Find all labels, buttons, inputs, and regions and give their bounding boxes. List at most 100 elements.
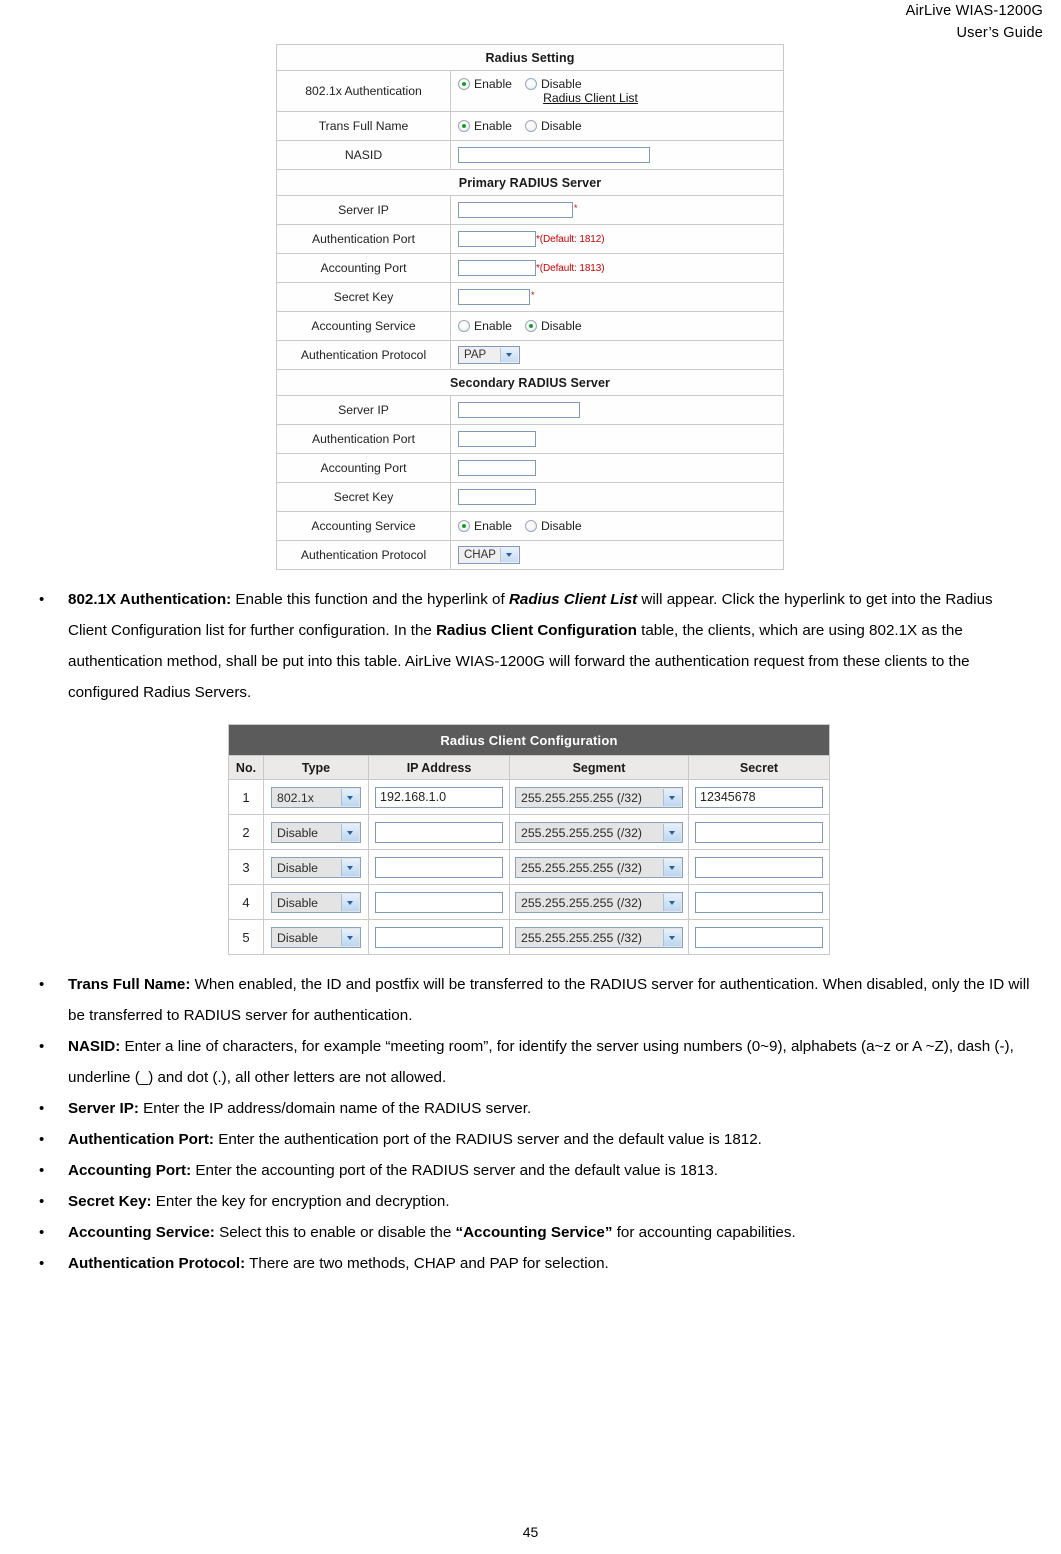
field-8021x-authentication: Enable Disable Radius Client List bbox=[450, 70, 784, 112]
segment-select[interactable]: 255.255.255.255 (/32) bbox=[515, 786, 683, 808]
type-value: Disable bbox=[277, 825, 319, 840]
cell-ip-address bbox=[368, 849, 510, 885]
radio-8021x-disable[interactable] bbox=[524, 78, 537, 90]
bullet-authentication-port: Authentication Port: Enter the authentic… bbox=[30, 1124, 1035, 1155]
segment-value: 255.255.255.255 (/32) bbox=[521, 860, 643, 875]
table-row: Trans Full Name Enable Disable bbox=[276, 111, 784, 141]
chevron-down-icon bbox=[341, 893, 359, 911]
chevron-down-icon bbox=[663, 928, 681, 946]
radio-trans-enable[interactable] bbox=[458, 120, 470, 132]
table-row: Secret Key * bbox=[276, 282, 784, 312]
radio-primary-acct-disable[interactable] bbox=[524, 320, 537, 332]
secret-input[interactable] bbox=[695, 821, 823, 843]
primary-server-ip-input[interactable] bbox=[458, 202, 573, 218]
secondary-radius-title: Secondary RADIUS Server bbox=[276, 369, 784, 396]
radius-client-config-screenshot: Radius Client Configuration No. Type IP … bbox=[228, 724, 830, 955]
type-value: 802.1x bbox=[277, 790, 314, 805]
type-select[interactable]: Disable bbox=[271, 891, 361, 913]
row-number: 5 bbox=[228, 919, 264, 955]
secondary-auth-protocol-select[interactable]: CHAP bbox=[458, 546, 520, 564]
segment-select[interactable]: 255.255.255.255 (/32) bbox=[515, 891, 683, 913]
cell-secret bbox=[688, 884, 830, 920]
cell-type: Disable bbox=[263, 919, 369, 955]
radio-secondary-acct-enable[interactable] bbox=[458, 520, 470, 532]
bullet-term: Authentication Protocol: bbox=[68, 1255, 246, 1272]
cell-secret bbox=[688, 919, 830, 955]
type-select[interactable]: Disable bbox=[271, 821, 361, 843]
table-row: Authentication Protocol CHAP bbox=[276, 540, 784, 570]
label-primary-auth-port: Authentication Port bbox=[276, 224, 451, 254]
secondary-acct-port-input[interactable] bbox=[458, 460, 536, 476]
column-header-type: Type bbox=[263, 755, 369, 780]
primary-auth-protocol-select[interactable]: PAP bbox=[458, 346, 520, 364]
segment-select[interactable]: 255.255.255.255 (/32) bbox=[515, 926, 683, 948]
chevron-down-icon bbox=[663, 823, 681, 841]
field-secondary-acct-port bbox=[450, 453, 784, 483]
primary-auth-protocol-value: PAP bbox=[464, 349, 487, 361]
cell-secret bbox=[688, 814, 830, 850]
table-row: Server IP bbox=[276, 395, 784, 425]
type-select[interactable]: Disable bbox=[271, 856, 361, 878]
ip-address-input[interactable] bbox=[375, 856, 503, 878]
bullet-strong-1: Radius Client Configuration bbox=[436, 622, 637, 639]
bullet-text: When enabled, the ID and postfix will be… bbox=[68, 976, 1030, 1024]
table-row: Accounting Service Enable Disable bbox=[276, 311, 784, 341]
cell-secret bbox=[688, 849, 830, 885]
bullet-text-1: Enable this function and the hyperlink o… bbox=[231, 591, 509, 608]
bullet-term: Secret Key: bbox=[68, 1193, 152, 1210]
primary-auth-port-input[interactable] bbox=[458, 231, 536, 247]
radio-trans-disable[interactable] bbox=[524, 120, 537, 132]
cell-type: Disable bbox=[263, 849, 369, 885]
radio-label-secondary-acct-enable: Enable bbox=[474, 519, 512, 533]
primary-acct-port-input[interactable] bbox=[458, 260, 536, 276]
segment-select[interactable]: 255.255.255.255 (/32) bbox=[515, 856, 683, 878]
chevron-down-icon bbox=[500, 348, 518, 362]
secret-input[interactable] bbox=[695, 856, 823, 878]
ip-address-input[interactable] bbox=[375, 926, 503, 948]
bullet-term: Accounting Port: bbox=[68, 1162, 192, 1179]
secondary-server-ip-input[interactable] bbox=[458, 402, 580, 418]
field-secondary-secret-key bbox=[450, 482, 784, 512]
ip-address-input[interactable] bbox=[375, 891, 503, 913]
bullet-accounting-port: Accounting Port: Enter the accounting po… bbox=[30, 1155, 1035, 1186]
bullet-text: Enter a line of characters, for example … bbox=[68, 1038, 1014, 1086]
ip-address-input[interactable] bbox=[375, 821, 503, 843]
type-select[interactable]: 802.1x bbox=[271, 786, 361, 808]
bullet-strong-1: “Accounting Service” bbox=[455, 1224, 613, 1241]
radio-8021x-enable[interactable] bbox=[458, 78, 470, 90]
field-secondary-acct-service: Enable Disable bbox=[450, 511, 784, 541]
column-header-segment: Segment bbox=[509, 755, 689, 780]
ip-address-input[interactable]: 192.168.1.0 bbox=[375, 786, 503, 808]
radius-client-config-title: Radius Client Configuration bbox=[228, 724, 830, 756]
segment-select[interactable]: 255.255.255.255 (/32) bbox=[515, 821, 683, 843]
label-secondary-secret-key: Secret Key bbox=[276, 482, 451, 512]
bullet-text: Enter the key for encryption and decrypt… bbox=[151, 1193, 450, 1210]
cell-segment: 255.255.255.255 (/32) bbox=[509, 814, 689, 850]
type-select[interactable]: Disable bbox=[271, 926, 361, 948]
column-header-secret: Secret bbox=[688, 755, 830, 780]
page-header: AirLive WIAS-1200G User’s Guide bbox=[906, 0, 1043, 44]
table-row: 1 802.1x 192.168.1.0 255.255.255.255 (/3… bbox=[228, 779, 830, 815]
radius-setting-title: Radius Setting bbox=[276, 44, 784, 71]
radio-primary-acct-enable[interactable] bbox=[458, 320, 470, 332]
table-row: 5 Disable 255.255.255.255 (/32) bbox=[228, 919, 830, 955]
nasid-input[interactable] bbox=[458, 147, 650, 163]
secret-input[interactable] bbox=[695, 926, 823, 948]
secondary-secret-key-input[interactable] bbox=[458, 489, 536, 505]
primary-secret-key-input[interactable] bbox=[458, 289, 530, 305]
page-number: 45 bbox=[522, 1524, 539, 1540]
secondary-auth-port-input[interactable] bbox=[458, 431, 536, 447]
bullet-nasid: NASID: Enter a line of characters, for e… bbox=[30, 1031, 1035, 1093]
label-trans-full-name: Trans Full Name bbox=[276, 111, 451, 141]
bullet-term: NASID: bbox=[68, 1038, 121, 1055]
cell-segment: 255.255.255.255 (/32) bbox=[509, 919, 689, 955]
secret-input[interactable]: 12345678 bbox=[695, 786, 823, 808]
radio-secondary-acct-disable[interactable] bbox=[524, 520, 537, 532]
label-primary-acct-port: Accounting Port bbox=[276, 253, 451, 283]
chevron-down-icon bbox=[341, 928, 359, 946]
header-product-line: AirLive WIAS-1200G bbox=[905, 3, 1043, 19]
bullet-text: Enter the accounting port of the RADIUS … bbox=[191, 1162, 718, 1179]
label-secondary-auth-protocol: Authentication Protocol bbox=[276, 540, 451, 570]
secret-input[interactable] bbox=[695, 891, 823, 913]
radius-client-list-link[interactable]: Radius Client List bbox=[543, 91, 638, 105]
